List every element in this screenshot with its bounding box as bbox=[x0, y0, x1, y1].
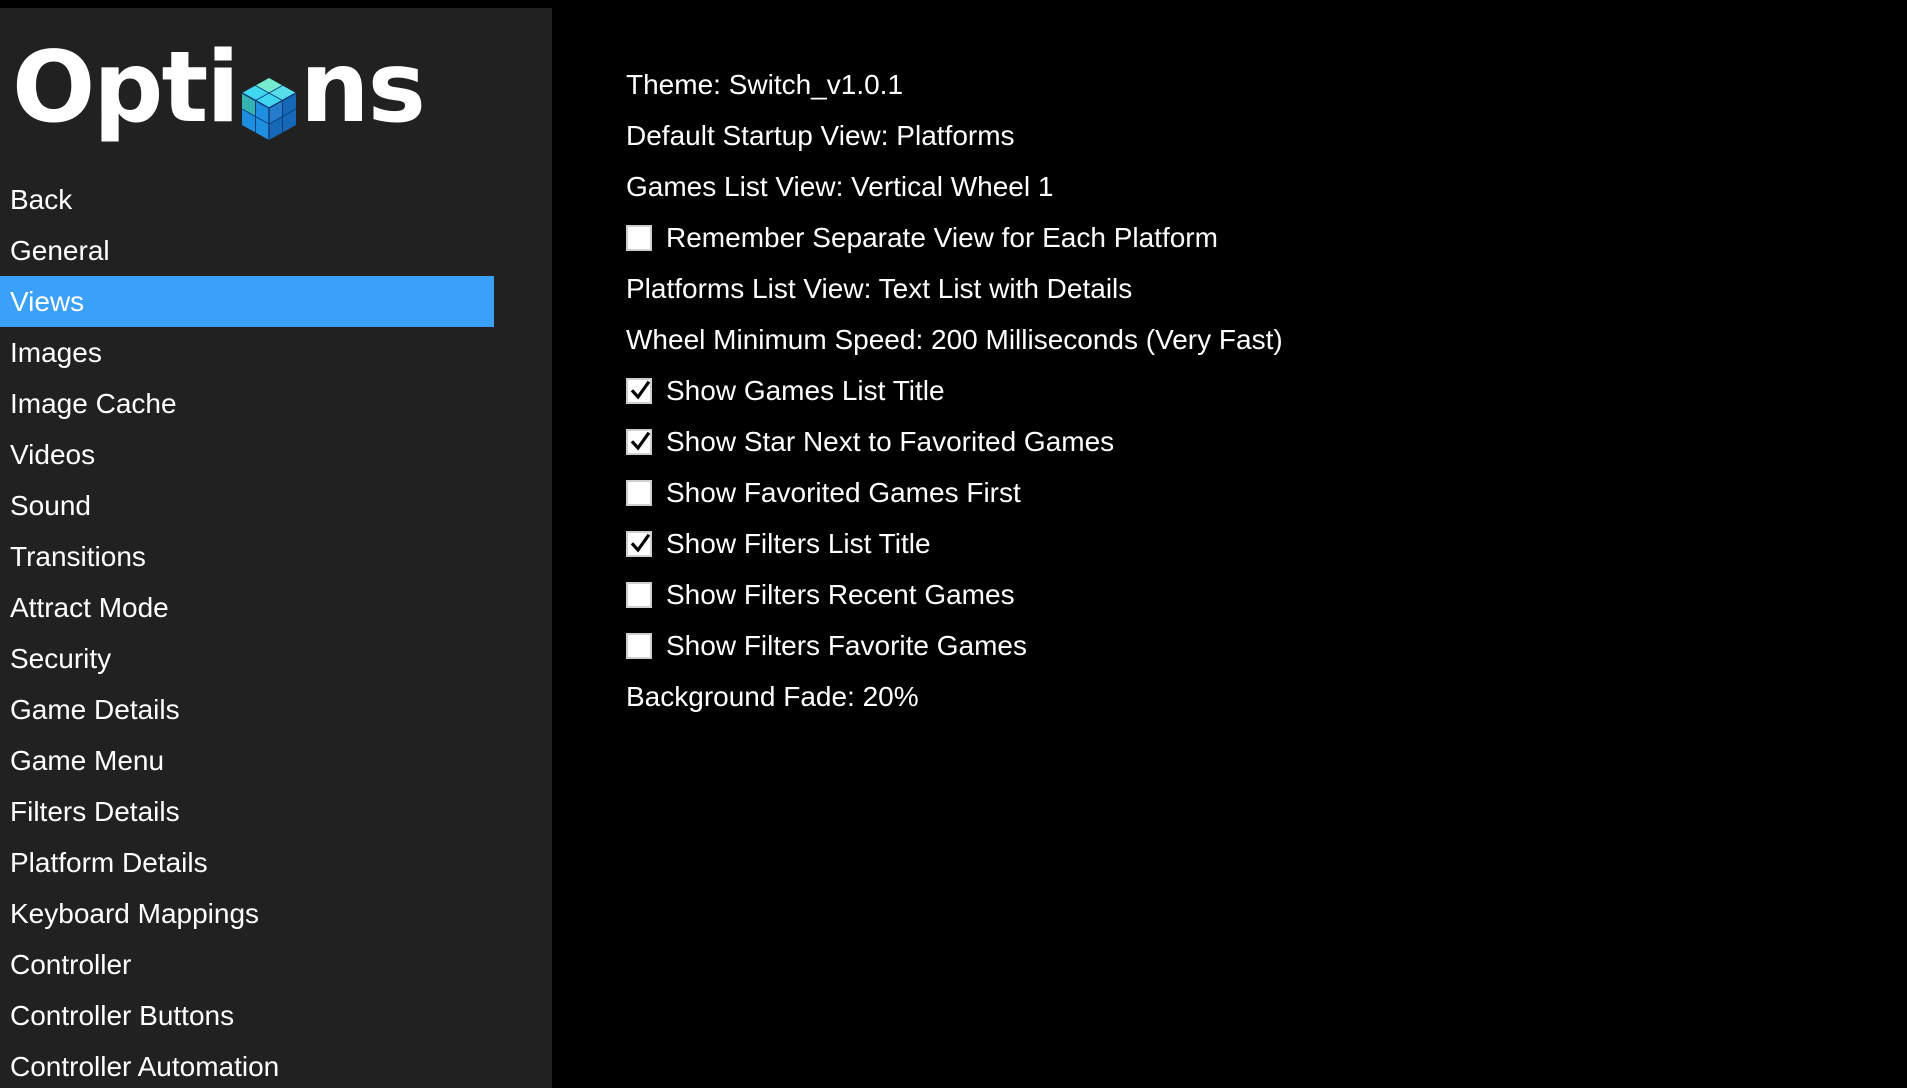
checkbox-checked-icon[interactable] bbox=[626, 530, 652, 557]
sidebar-menu: Back General Views Images Image Cache Videos S… bbox=[0, 174, 494, 1088]
option-background-fade[interactable]: Background Fade: 20% bbox=[626, 671, 1866, 722]
option-label: Default Startup View: Platforms bbox=[626, 120, 1015, 151]
checkbox-unchecked-icon[interactable] bbox=[626, 479, 652, 506]
checkbox-unchecked-icon[interactable] bbox=[626, 632, 652, 659]
option-wheel-minimum-speed[interactable]: Wheel Minimum Speed: 200 Milliseconds (V… bbox=[626, 314, 1866, 365]
option-label: Theme: Switch_v1.0.1 bbox=[626, 69, 904, 100]
option-label: Show Filters Favorite Games bbox=[666, 630, 1027, 661]
page-title: Opti ns bbox=[12, 28, 426, 148]
sidebar-item-image-cache[interactable]: Image Cache bbox=[0, 378, 494, 429]
option-label: Platforms List View: Text List with Deta… bbox=[626, 273, 1133, 304]
option-remember-separate-view-for-each-platform[interactable]: Remember Separate View for Each Platform bbox=[626, 212, 1866, 263]
option-show-filters-list-title[interactable]: Show Filters List Title bbox=[626, 518, 1866, 569]
option-label: Wheel Minimum Speed: 200 Milliseconds (V… bbox=[626, 324, 1283, 355]
sidebar-item-filters-details[interactable]: Filters Details bbox=[0, 786, 494, 837]
sidebar-item-security[interactable]: Security bbox=[0, 633, 494, 684]
option-label: Show Games List Title bbox=[666, 375, 945, 406]
sidebar-item-game-details[interactable]: Game Details bbox=[0, 684, 494, 735]
option-show-star-next-to-favorited-games[interactable]: Show Star Next to Favorited Games bbox=[626, 416, 1866, 467]
page-title-text-start: Opti bbox=[12, 31, 240, 145]
option-platforms-list-view[interactable]: Platforms List View: Text List with Deta… bbox=[626, 263, 1866, 314]
option-show-filters-favorite-games[interactable]: Show Filters Favorite Games bbox=[626, 620, 1866, 671]
sidebar-item-controller[interactable]: Controller bbox=[0, 939, 494, 990]
sidebar-item-game-menu[interactable]: Game Menu bbox=[0, 735, 494, 786]
sidebar-item-transitions[interactable]: Transitions bbox=[0, 531, 494, 582]
option-theme[interactable]: Theme: Switch_v1.0.1 bbox=[626, 59, 1866, 110]
sidebar-item-back[interactable]: Back bbox=[0, 174, 494, 225]
option-show-games-list-title[interactable]: Show Games List Title bbox=[626, 365, 1866, 416]
option-label: Show Star Next to Favorited Games bbox=[666, 426, 1115, 457]
options-screen: Opti ns Back General Views Images Image … bbox=[0, 0, 1907, 1088]
sidebar-item-keyboard-mappings[interactable]: Keyboard Mappings bbox=[0, 888, 494, 939]
sidebar: Opti ns Back General Views Images Image … bbox=[0, 8, 552, 1088]
sidebar-item-attract-mode[interactable]: Attract Mode bbox=[0, 582, 494, 633]
sidebar-item-general[interactable]: General bbox=[0, 225, 494, 276]
views-options-list: Theme: Switch_v1.0.1 Default Startup View… bbox=[626, 59, 1866, 722]
page-title-text-end: ns bbox=[299, 31, 426, 145]
option-default-startup-view[interactable]: Default Startup View: Platforms bbox=[626, 110, 1866, 161]
option-label: Show Filters Recent Games bbox=[666, 579, 1015, 610]
option-show-filters-recent-games[interactable]: Show Filters Recent Games bbox=[626, 569, 1866, 620]
sidebar-item-controller-buttons[interactable]: Controller Buttons bbox=[0, 990, 494, 1041]
checkbox-checked-icon[interactable] bbox=[626, 428, 652, 455]
sidebar-item-videos[interactable]: Videos bbox=[0, 429, 494, 480]
sidebar-item-sound[interactable]: Sound bbox=[0, 480, 494, 531]
option-games-list-view[interactable]: Games List View: Vertical Wheel 1 bbox=[626, 161, 1866, 212]
checkbox-unchecked-icon[interactable] bbox=[626, 581, 652, 608]
cube-logo-icon bbox=[240, 60, 298, 140]
sidebar-item-images[interactable]: Images bbox=[0, 327, 494, 378]
sidebar-item-views[interactable]: Views bbox=[0, 276, 494, 327]
option-label: Remember Separate View for Each Platform bbox=[666, 222, 1218, 253]
checkbox-unchecked-icon[interactable] bbox=[626, 224, 652, 251]
option-label: Show Filters List Title bbox=[666, 528, 931, 559]
option-show-favorited-games-first[interactable]: Show Favorited Games First bbox=[626, 467, 1866, 518]
sidebar-item-platform-details[interactable]: Platform Details bbox=[0, 837, 494, 888]
checkbox-checked-icon[interactable] bbox=[626, 377, 652, 404]
option-label: Games List View: Vertical Wheel 1 bbox=[626, 171, 1054, 202]
option-label: Background Fade: 20% bbox=[626, 681, 919, 712]
sidebar-item-controller-automation[interactable]: Controller Automation bbox=[0, 1041, 494, 1088]
option-label: Show Favorited Games First bbox=[666, 477, 1021, 508]
